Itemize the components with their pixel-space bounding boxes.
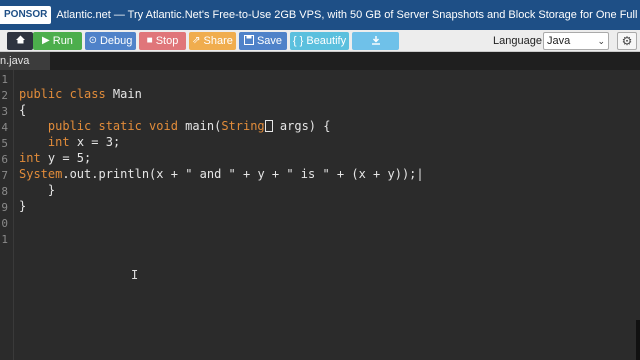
line-number-gutter: 1 2 3 4 5 6 7 8 9 0 1 bbox=[0, 70, 14, 360]
code-keyword: int bbox=[47, 135, 70, 149]
run-label: Run bbox=[52, 35, 73, 47]
code-string: " is " bbox=[286, 167, 330, 181]
stop-icon: ■ bbox=[146, 35, 153, 46]
beautify-label: { } Beautify bbox=[292, 35, 347, 47]
code-editor[interactable]: 1 2 3 4 5 6 7 8 9 0 1 public class Main … bbox=[0, 70, 640, 360]
menu-button[interactable] bbox=[7, 32, 33, 50]
language-value: Java bbox=[547, 35, 571, 47]
stop-button[interactable]: ■ Stop bbox=[139, 32, 186, 50]
debug-label: Debug bbox=[99, 35, 133, 47]
code-type: System bbox=[19, 167, 63, 181]
chevron-down-icon: ⌄ bbox=[597, 36, 605, 46]
line-number: 5 bbox=[1, 137, 8, 150]
code-line: } bbox=[19, 199, 27, 213]
code-line: public class Main bbox=[19, 87, 142, 101]
beautify-button[interactable]: { } Beautify bbox=[290, 32, 349, 50]
play-icon: ▶ bbox=[42, 35, 50, 46]
tab-bar: n.java bbox=[0, 52, 640, 70]
line-number: 1 bbox=[1, 73, 8, 86]
code-line: public static void main(String args) { bbox=[47, 119, 331, 133]
share-label: Share bbox=[203, 35, 233, 47]
line-number: 0 bbox=[1, 217, 8, 230]
run-button[interactable]: ▶ Run bbox=[33, 32, 82, 50]
line-number: 8 bbox=[1, 185, 8, 198]
line-number: 7 bbox=[1, 169, 8, 182]
bracket-cursor bbox=[264, 120, 273, 132]
save-button[interactable]: Save bbox=[239, 32, 287, 50]
debug-button[interactable]: ⊙ Debug bbox=[85, 32, 136, 50]
sponsor-tag: PONSOR bbox=[0, 6, 52, 24]
share-button[interactable]: ⇗ Share bbox=[189, 32, 236, 50]
download-button[interactable] bbox=[352, 32, 399, 50]
line-number: 1 bbox=[1, 233, 8, 246]
code-line: int x = 3; bbox=[47, 135, 121, 149]
save-label: Save bbox=[256, 35, 283, 47]
line-number: 2 bbox=[1, 89, 8, 102]
line-number: 6 bbox=[1, 153, 8, 166]
language-label: Language bbox=[493, 35, 542, 47]
code-keyword: public static void bbox=[47, 119, 178, 133]
scrollbar[interactable] bbox=[636, 320, 640, 360]
stop-label: Stop bbox=[155, 35, 179, 47]
line-number: 4 bbox=[1, 121, 8, 134]
gear-icon[interactable]: ⚙ bbox=[617, 32, 637, 50]
code-line: System.out.println(x + " and " + y + " i… bbox=[19, 167, 424, 181]
toolbar: ▶ Run ⊙ Debug ■ Stop ⇗ Share Save { } Be… bbox=[0, 30, 640, 52]
sponsor-banner[interactable]: PONSOR Atlantic.net — Try Atlantic.Net's… bbox=[0, 0, 640, 30]
code-keyword: public class bbox=[19, 87, 106, 101]
sponsor-text[interactable]: Atlantic.net — Try Atlantic.Net's Free-t… bbox=[56, 9, 640, 21]
line-number: 9 bbox=[1, 201, 8, 214]
save-icon bbox=[243, 34, 254, 48]
mouse-ibeam-cursor: I bbox=[131, 268, 139, 282]
code-type: String bbox=[221, 119, 265, 133]
language-select[interactable]: Java ⌄ bbox=[543, 32, 609, 50]
menu-home-icon bbox=[15, 34, 26, 48]
code-line: int y = 5; bbox=[19, 151, 92, 165]
code-line: } bbox=[19, 183, 56, 197]
code-keyword: int bbox=[19, 151, 41, 165]
share-icon: ⇗ bbox=[192, 35, 201, 46]
tab-main-java[interactable]: n.java bbox=[0, 52, 50, 70]
debug-icon: ⊙ bbox=[88, 35, 97, 46]
code-line: { bbox=[19, 103, 27, 117]
code-string: " and " bbox=[185, 167, 236, 181]
line-number: 3 bbox=[1, 105, 8, 118]
download-icon bbox=[371, 35, 381, 48]
